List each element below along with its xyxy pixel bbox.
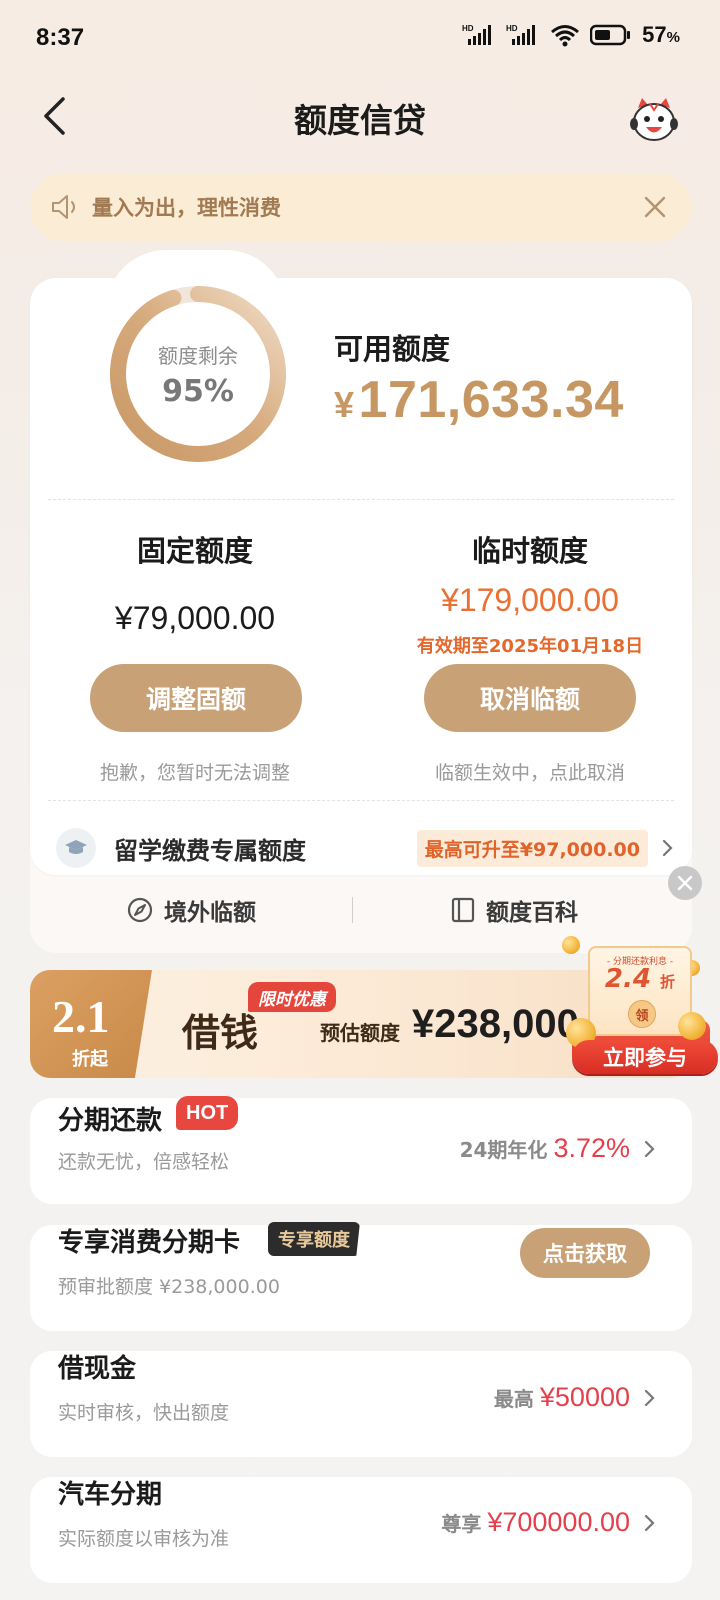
quota-encyclopedia-label: 额度百科 [486,900,578,926]
wifi-icon [551,25,580,47]
page-title: 额度信贷 [294,101,426,140]
exclusive-quota-badge: 专享额度 [268,1222,360,1256]
compass-icon [127,897,153,923]
close-icon [677,875,693,891]
notice-text: 量入为出，理性消费 [92,196,281,220]
installment-rate[interactable]: 24期年化 3.72% [460,1133,656,1164]
floating-close-button[interactable] [668,866,702,900]
mascot-icon [630,98,678,141]
svg-text:HD: HD [506,24,518,33]
exclusive-card-title: 专享消费分期卡 [58,1228,241,1258]
promo-rate-suffix: 折起 [72,1049,108,1070]
coin-decoration [678,1012,706,1040]
study-quota-row[interactable]: 留学缴费专属额度 最高可升至¥97,000.00 [48,818,674,878]
ring-label: 额度剩余 [158,344,238,368]
car-loan-subtitle: 实际额度以审核为准 [58,1528,230,1550]
chevron-right-icon [644,1140,655,1157]
installment-title: 分期还款 [58,1106,163,1136]
fixed-quota-note: 抱歉，您暂时无法调整 [99,762,290,784]
temp-quota-note[interactable]: 临额生效中，点此取消 [380,758,680,785]
notice-bar: 量入为出，理性消费 [30,173,692,241]
cancel-temp-button[interactable]: 取消临额 [424,664,636,732]
chevron-right-icon [644,1514,655,1531]
adjust-fixed-button[interactable]: 调整固额 [90,664,302,732]
car-loan-max[interactable]: 尊享 ¥700000.00 [441,1507,656,1538]
temp-quota-valid-until: 有效期至2025年01月18日 [416,636,644,657]
car-loan-title: 汽车分期 [58,1480,163,1510]
fixed-quota-amount: ¥79,000.00 [114,600,276,636]
chevron-right-icon [644,1389,655,1406]
get-card-button[interactable]: 点击获取 [520,1228,650,1278]
promo-estimate-amount: ¥238,000 [412,1002,579,1046]
promo-rate: 2.1 [52,991,110,1042]
chevron-right-icon [662,838,674,858]
coin-decoration [562,936,580,954]
hot-badge: HOT [176,1096,239,1130]
ring-value: 95% [162,374,234,409]
signal-hd-icon: HD [506,24,536,45]
battery-percent: 57% [642,22,680,47]
divider [48,800,674,801]
temp-quota-title: 临时额度 [471,534,588,568]
speaker-icon [52,195,75,219]
coupon-claim-badge: 领 [628,1000,656,1028]
available-label: 可用额度 [334,332,451,366]
graduation-cap-icon [56,828,96,868]
status-time: 8:37 [36,24,85,51]
svg-text:HD: HD [462,24,474,33]
temp-quota-amount: ¥179,000.00 [441,582,619,618]
available-amount: ¥171,633.34 [334,371,624,429]
close-icon [644,196,666,218]
cash-loan-max[interactable]: 最高 ¥50000 [494,1382,656,1413]
exclusive-card-subtitle: 预审批额度 ¥238,000.00 [58,1276,280,1298]
overseas-temp-quota-label: 境外临额 [164,900,256,926]
status-icons: HD HD 57% [462,22,680,48]
coupon-rate: 2.4 折 [604,964,676,994]
divider [48,499,674,500]
promo-tag: 限时优惠 [248,982,336,1012]
cash-loan-subtitle: 实时审核，快出额度 [58,1402,230,1424]
separator [352,897,353,923]
study-quota-label: 留学缴费专属额度 [114,836,306,865]
join-now-button[interactable]: 立即参与 [572,1040,718,1074]
installment-subtitle: 还款无忧，倍感轻松 [58,1151,230,1173]
notice-close-button[interactable] [638,190,672,224]
study-quota-badge: 最高可升至¥97,000.00 [416,829,648,867]
promo-estimate-label: 预估额度 [320,1021,400,1045]
cash-loan-title: 借现金 [58,1354,137,1384]
battery-icon [590,24,631,46]
overseas-temp-quota-button[interactable]: 境外临额 [126,888,256,932]
promo-title: 借钱 [182,1010,259,1055]
signal-hd-icon: HD [462,24,492,45]
quota-encyclopedia-button[interactable]: 额度百科 [450,888,578,932]
fixed-quota-title: 固定额度 [136,534,253,568]
book-icon [451,897,475,923]
mascot-button[interactable] [628,94,680,146]
